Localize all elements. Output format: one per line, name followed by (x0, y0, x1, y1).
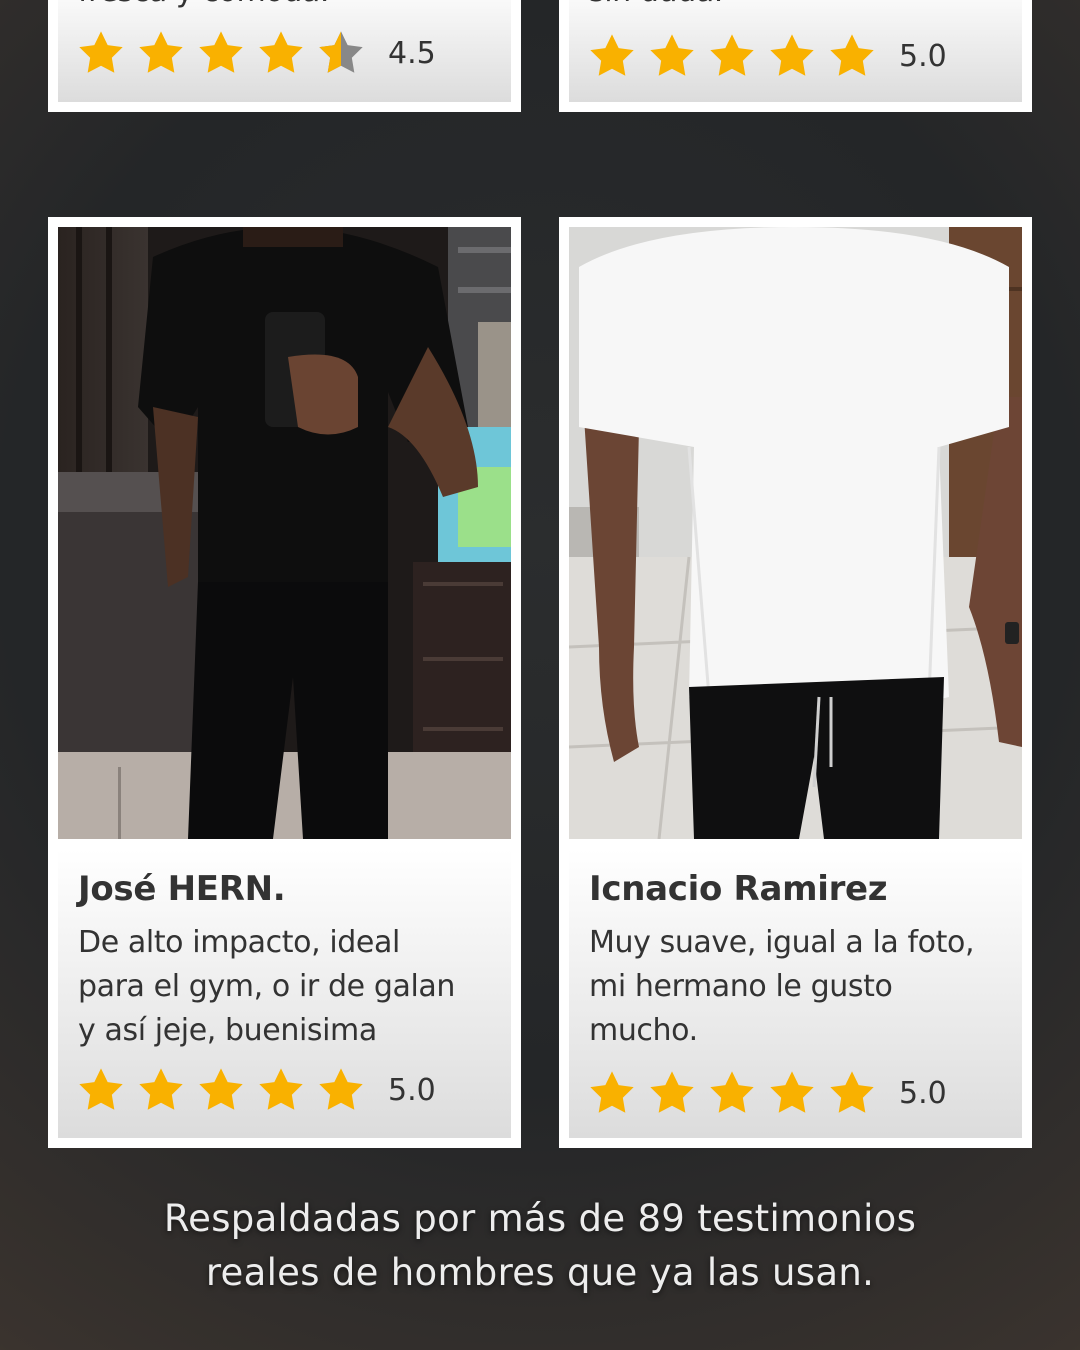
star-icon (707, 31, 757, 81)
star-icon (136, 28, 186, 78)
rating-value: 5.0 (388, 1072, 436, 1108)
review-text-line: y así jeje, buenisima (78, 1013, 377, 1048)
caption-line: Respaldadas por más de 89 testimonios (163, 1197, 917, 1240)
star-icon (76, 1065, 126, 1115)
review-text: Muy suave, igual a la foto, mi hermano l… (589, 921, 1009, 1053)
rating-value: 5.0 (899, 1075, 947, 1111)
review-text: fresca y cómoda. (78, 0, 498, 14)
star-icon (196, 1065, 246, 1115)
review-card: Icnacio Ramirez Muy suave, igual a la fo… (559, 217, 1032, 1148)
caption-line: reales de hombres que ya las usan. (205, 1251, 875, 1294)
star-icon (707, 1068, 757, 1118)
review-card: José HERN. De alto impacto, ideal para e… (48, 217, 521, 1148)
review-text: sin duda. (589, 0, 1009, 14)
rating-value: 5.0 (899, 38, 947, 74)
reviewer-name: José HERN. (78, 869, 286, 909)
star-icon (256, 28, 306, 78)
star-icon (587, 31, 637, 81)
review-text-line: mi hermano le gusto (589, 969, 893, 1004)
review-card: sin duda. 5.0 (559, 0, 1032, 112)
review-text-line: De alto impacto, ideal (78, 925, 400, 960)
star-icon (647, 1068, 697, 1118)
review-text: De alto impacto, ideal para el gym, o ir… (78, 921, 498, 1053)
star-icon (196, 28, 246, 78)
star-icon (316, 1065, 366, 1115)
review-photo (58, 227, 511, 839)
half-star-icon (316, 28, 366, 78)
star-rating (587, 31, 877, 81)
star-icon (767, 1068, 817, 1118)
rating-value: 4.5 (388, 35, 436, 71)
review-text-line: mucho. (589, 1013, 698, 1048)
star-icon (827, 1068, 877, 1118)
review-photo (569, 227, 1022, 839)
star-rating (76, 1065, 366, 1115)
photo-man-white-shirt (569, 227, 1022, 839)
rating: 4.5 (76, 28, 436, 78)
review-card: fresca y cómoda. 4.5 (48, 0, 521, 112)
photo-man-black-shirt (58, 227, 511, 839)
star-icon (827, 31, 877, 81)
reviewer-name: Icnacio Ramirez (589, 869, 888, 909)
star-icon (587, 1068, 637, 1118)
review-text-line: Muy suave, igual a la foto, (589, 925, 975, 960)
star-icon (136, 1065, 186, 1115)
star-icon (767, 31, 817, 81)
star-icon (647, 31, 697, 81)
star-rating (76, 28, 366, 78)
rating: 5.0 (587, 31, 947, 81)
rating: 5.0 (76, 1065, 436, 1115)
review-body: Icnacio Ramirez Muy suave, igual a la fo… (569, 849, 1022, 1138)
star-icon (76, 28, 126, 78)
review-text-line: para el gym, o ir de galan (78, 969, 455, 1004)
testimonials-caption: Respaldadas por más de 89 testimonios re… (0, 1192, 1080, 1300)
review-body: fresca y cómoda. 4.5 (58, 0, 511, 102)
review-body: José HERN. De alto impacto, ideal para e… (58, 849, 511, 1138)
rating: 5.0 (587, 1068, 947, 1118)
star-icon (256, 1065, 306, 1115)
review-body: sin duda. 5.0 (569, 0, 1022, 102)
star-rating (587, 1068, 877, 1118)
